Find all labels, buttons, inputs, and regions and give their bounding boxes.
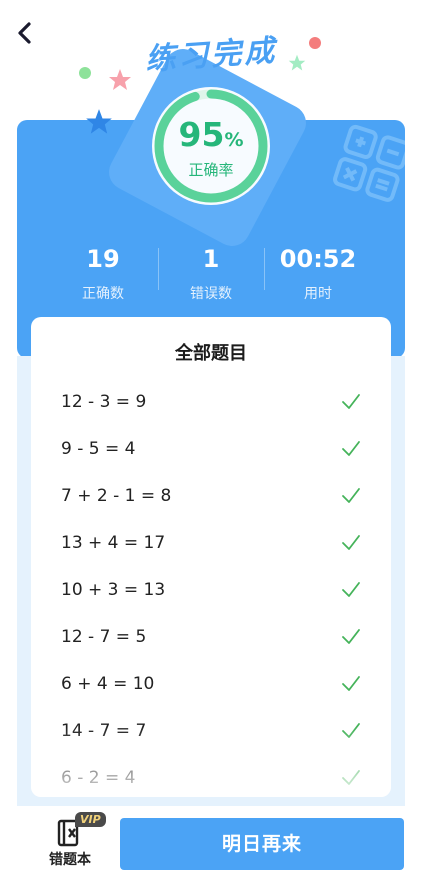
- question-row: 10 + 3 = 13: [61, 577, 361, 607]
- question-expression: 10 + 3 = 13: [61, 580, 166, 600]
- accuracy-label: 正确率: [188, 161, 234, 179]
- list-title: 全部题目: [175, 343, 247, 364]
- red-dot-icon: [309, 37, 321, 49]
- checkmark-icon: [342, 535, 360, 550]
- question-row: 9 - 5 = 4: [61, 436, 361, 466]
- accuracy-display: 95% 正确率: [150, 118, 272, 180]
- question-expression: 13 + 4 = 17: [61, 533, 166, 553]
- pink-star-icon: [109, 69, 131, 90]
- question-expression: 12 - 3 = 9: [61, 392, 147, 412]
- checkmark-icon: [342, 441, 360, 456]
- come-back-tomorrow-button[interactable]: 明日再来: [120, 818, 404, 870]
- checkmark-icon: [342, 629, 360, 644]
- vip-badge: VIP: [75, 812, 106, 827]
- question-row: 12 - 7 = 5: [61, 624, 361, 654]
- question-expression: 12 - 7 = 5: [61, 627, 147, 647]
- checkmark-icon: [342, 488, 360, 503]
- question-expression: 9 - 5 = 4: [61, 439, 136, 459]
- stat-time: 00:52 用时: [279, 245, 357, 302]
- blue-star-icon: [86, 109, 112, 134]
- checkmark-icon: [342, 394, 360, 409]
- question-row: 7 + 2 - 1 = 8: [61, 483, 361, 513]
- wrong-book-label: 错题本: [49, 852, 91, 868]
- stat-wrong: 1 错误数: [190, 245, 232, 302]
- question-row: 13 + 4 = 17: [61, 530, 361, 560]
- checkmark-icon: [342, 676, 360, 691]
- calculator-watermark-icon: [333, 124, 405, 202]
- question-expression: 7 + 2 - 1 = 8: [61, 486, 172, 506]
- question-list-card[interactable]: 全部题目 12 - 3 = 9 9 - 5 = 4 7 + 2 - 1 = 8 13 …: [31, 317, 391, 797]
- accuracy-value: 95%: [178, 115, 244, 154]
- question-row: 12 - 3 = 9: [61, 389, 361, 419]
- question-row: 6 + 4 = 10: [61, 671, 361, 701]
- stat-correct: 19 正确数: [82, 245, 124, 302]
- checkmark-icon: [342, 582, 360, 597]
- question-expression: 6 + 4 = 10: [61, 674, 155, 694]
- scroll-fade: [31, 727, 391, 797]
- green-star-icon: [288, 54, 306, 71]
- green-dot-icon: [79, 67, 91, 79]
